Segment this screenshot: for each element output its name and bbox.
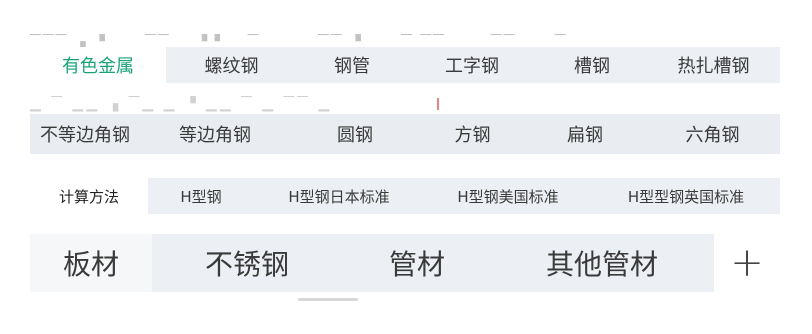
tab-other-pipe[interactable]: 其他管材 (492, 234, 712, 292)
tab-h-beam-japan[interactable]: H型钢日本标准 (254, 178, 424, 214)
material-category-tab-bar: 有色金属 螺纹钢 钢管 工字钢 槽钢 热扎槽钢 (30, 47, 780, 83)
h-beam-tab-bar: 计算方法 H型钢 H型钢日本标准 H型钢美国标准 H型型钢英国标准 (30, 178, 780, 214)
tab-plate[interactable]: 板材 (30, 234, 152, 292)
tab-i-beam[interactable]: 工字钢 (407, 47, 537, 83)
tab-h-beam-uk[interactable]: H型型钢英国标准 (592, 178, 780, 214)
tab-channel-steel[interactable]: 槽钢 (537, 47, 647, 83)
text-cursor-mark (437, 98, 439, 110)
tab-nonferrous-metal[interactable]: 有色金属 (30, 47, 166, 83)
tab-steel-pipe[interactable]: 钢管 (297, 47, 407, 83)
tab-equal-angle[interactable]: 等边角钢 (140, 114, 290, 154)
tab-calculation-method[interactable]: 计算方法 (30, 178, 148, 214)
plus-icon[interactable]: + (714, 234, 780, 292)
tab-hexagon-steel[interactable]: 六角钢 (645, 114, 780, 154)
background-text-fragment: ▔▔▔ ▗ ▝ ▁▁ ▔▔ ▁ ▝▝ ▁ ▔ ▁ ▁▁ ▔▔ ▝ ▁▁ ▔ ▔▔… (30, 34, 600, 48)
background-text-fragment-2: ▁ ▔ ▁▁ ▗ ▔▁ ▁ ▝ ▁▁ ▔ ▁ ▔▔ ▁ (30, 96, 333, 112)
tab-pipe[interactable]: 管材 (342, 234, 492, 292)
tab-square-steel[interactable]: 方钢 (420, 114, 525, 154)
tab-h-beam-usa[interactable]: H型钢美国标准 (424, 178, 592, 214)
tab-rebar[interactable]: 螺纹钢 (166, 47, 297, 83)
tab-stainless-steel[interactable]: 不锈钢 (152, 234, 342, 292)
tab-indicator (298, 298, 358, 301)
tab-unequal-angle[interactable]: 不等边角钢 (30, 114, 140, 154)
angle-steel-tab-bar: 不等边角钢 等边角钢 圆钢 方钢 扁钢 六角钢 (30, 114, 780, 154)
screenshot-frame: ▔▔▔ ▗ ▝ ▁▁ ▔▔ ▁ ▝▝ ▁ ▔ ▁ ▁▁ ▔▔ ▝ ▁▁ ▔ ▔▔… (0, 0, 812, 334)
tab-hot-rolled-channel[interactable]: 热扎槽钢 (647, 47, 780, 83)
tab-round-steel[interactable]: 圆钢 (290, 114, 420, 154)
plate-pipe-tab-bar: 板材 不锈钢 管材 其他管材 + (30, 234, 780, 292)
tab-flat-steel[interactable]: 扁钢 (525, 114, 645, 154)
tab-h-beam[interactable]: H型钢 (148, 178, 254, 214)
